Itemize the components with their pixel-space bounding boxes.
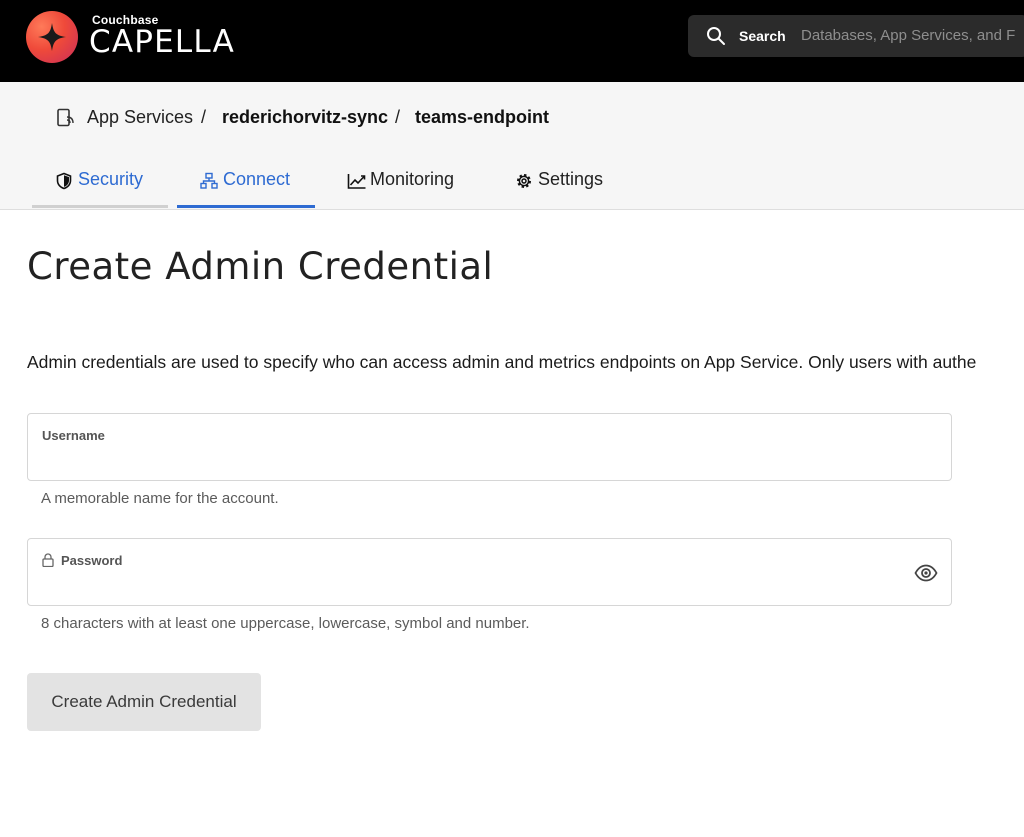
username-helper-text: A memorable name for the account. [41,490,279,507]
tab-security-label: Security [78,169,144,189]
username-label: Username [42,428,105,443]
password-helper-text: 8 characters with at least one uppercase… [41,615,530,632]
breadcrumb-app-service[interactable]: rederichorvitz-sync [222,107,388,128]
tab-active-indicator [177,205,315,208]
brand-product: CAPELLA [89,24,235,60]
password-label: Password [61,553,123,568]
breadcrumb-separator: / [201,107,207,127]
search-placeholder: Databases, App Services, and F [801,27,1016,44]
tab-settings-label: Settings [538,169,604,189]
password-field[interactable]: Password [27,538,952,606]
top-bar: Couchbase CAPELLA Search Databases, App … [0,0,1024,82]
password-input[interactable] [41,573,895,599]
tab-settings[interactable]: Settings [513,166,623,208]
breadcrumb-endpoint: teams-endpoint [415,107,550,127]
breadcrumb-separator: / [395,107,401,127]
app-services-icon [57,108,74,127]
search-icon [707,27,725,45]
tab-indicator [32,205,168,208]
page-description: Admin credentials are used to specify wh… [27,352,977,372]
network-icon [200,172,218,189]
gear-icon [517,174,531,188]
breadcrumb-app-services[interactable]: App Services [87,107,193,128]
username-field[interactable]: Username [27,413,952,481]
tab-connect-label: Connect [223,169,291,189]
chart-line-icon [347,174,366,189]
capella-logo-icon[interactable] [26,11,78,63]
tab-monitoring-label: Monitoring [370,169,455,189]
tab-connect[interactable]: Connect [177,166,315,208]
create-admin-credential-button[interactable]: Create Admin Credential [27,673,261,731]
eye-icon[interactable] [914,564,938,582]
tab-monitoring[interactable]: Monitoring [345,166,475,208]
page-title: Create Admin Credential [27,245,494,288]
global-search[interactable]: Search Databases, App Services, and F [688,15,1024,57]
lock-icon [42,553,54,567]
search-label: Search [739,28,786,44]
username-input[interactable] [41,448,905,474]
tab-security[interactable]: Security [32,166,168,208]
shield-icon [56,172,72,190]
